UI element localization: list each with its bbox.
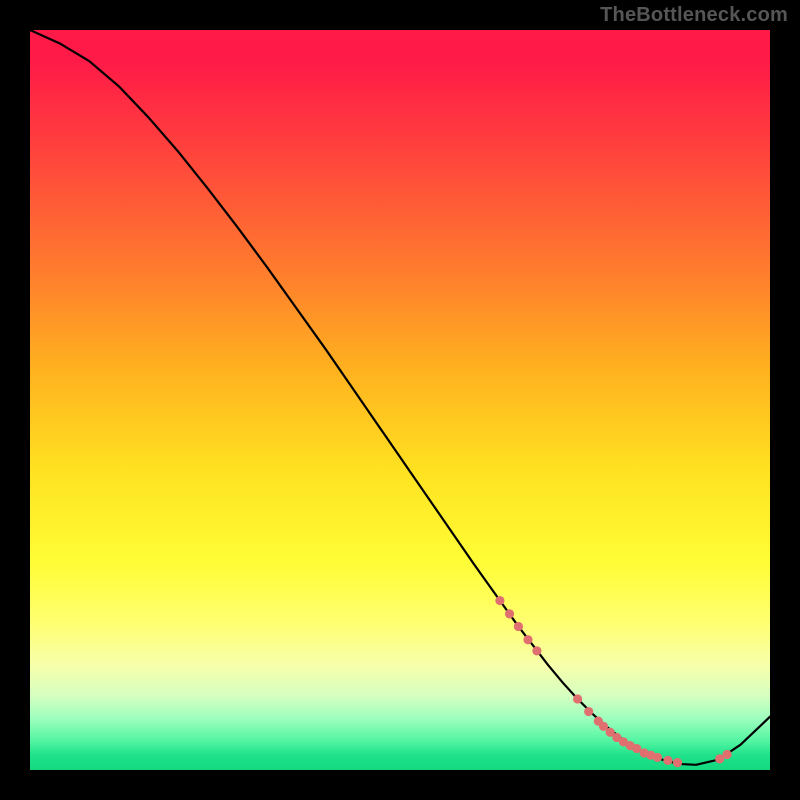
marker-point bbox=[663, 756, 672, 765]
marker-point bbox=[573, 694, 582, 703]
marker-point bbox=[514, 622, 523, 631]
marker-group bbox=[495, 596, 731, 767]
plot-area bbox=[30, 30, 770, 770]
marker-point bbox=[653, 753, 662, 762]
marker-point bbox=[722, 750, 731, 759]
chart-svg bbox=[30, 30, 770, 770]
marker-point bbox=[495, 596, 504, 605]
marker-point bbox=[523, 635, 532, 644]
marker-point bbox=[505, 609, 514, 618]
chart-stage: TheBottleneck.com bbox=[0, 0, 800, 800]
marker-point bbox=[673, 758, 682, 767]
series-line bbox=[30, 30, 770, 765]
attribution-label: TheBottleneck.com bbox=[600, 4, 788, 27]
marker-point bbox=[584, 707, 593, 716]
marker-point bbox=[532, 646, 541, 655]
